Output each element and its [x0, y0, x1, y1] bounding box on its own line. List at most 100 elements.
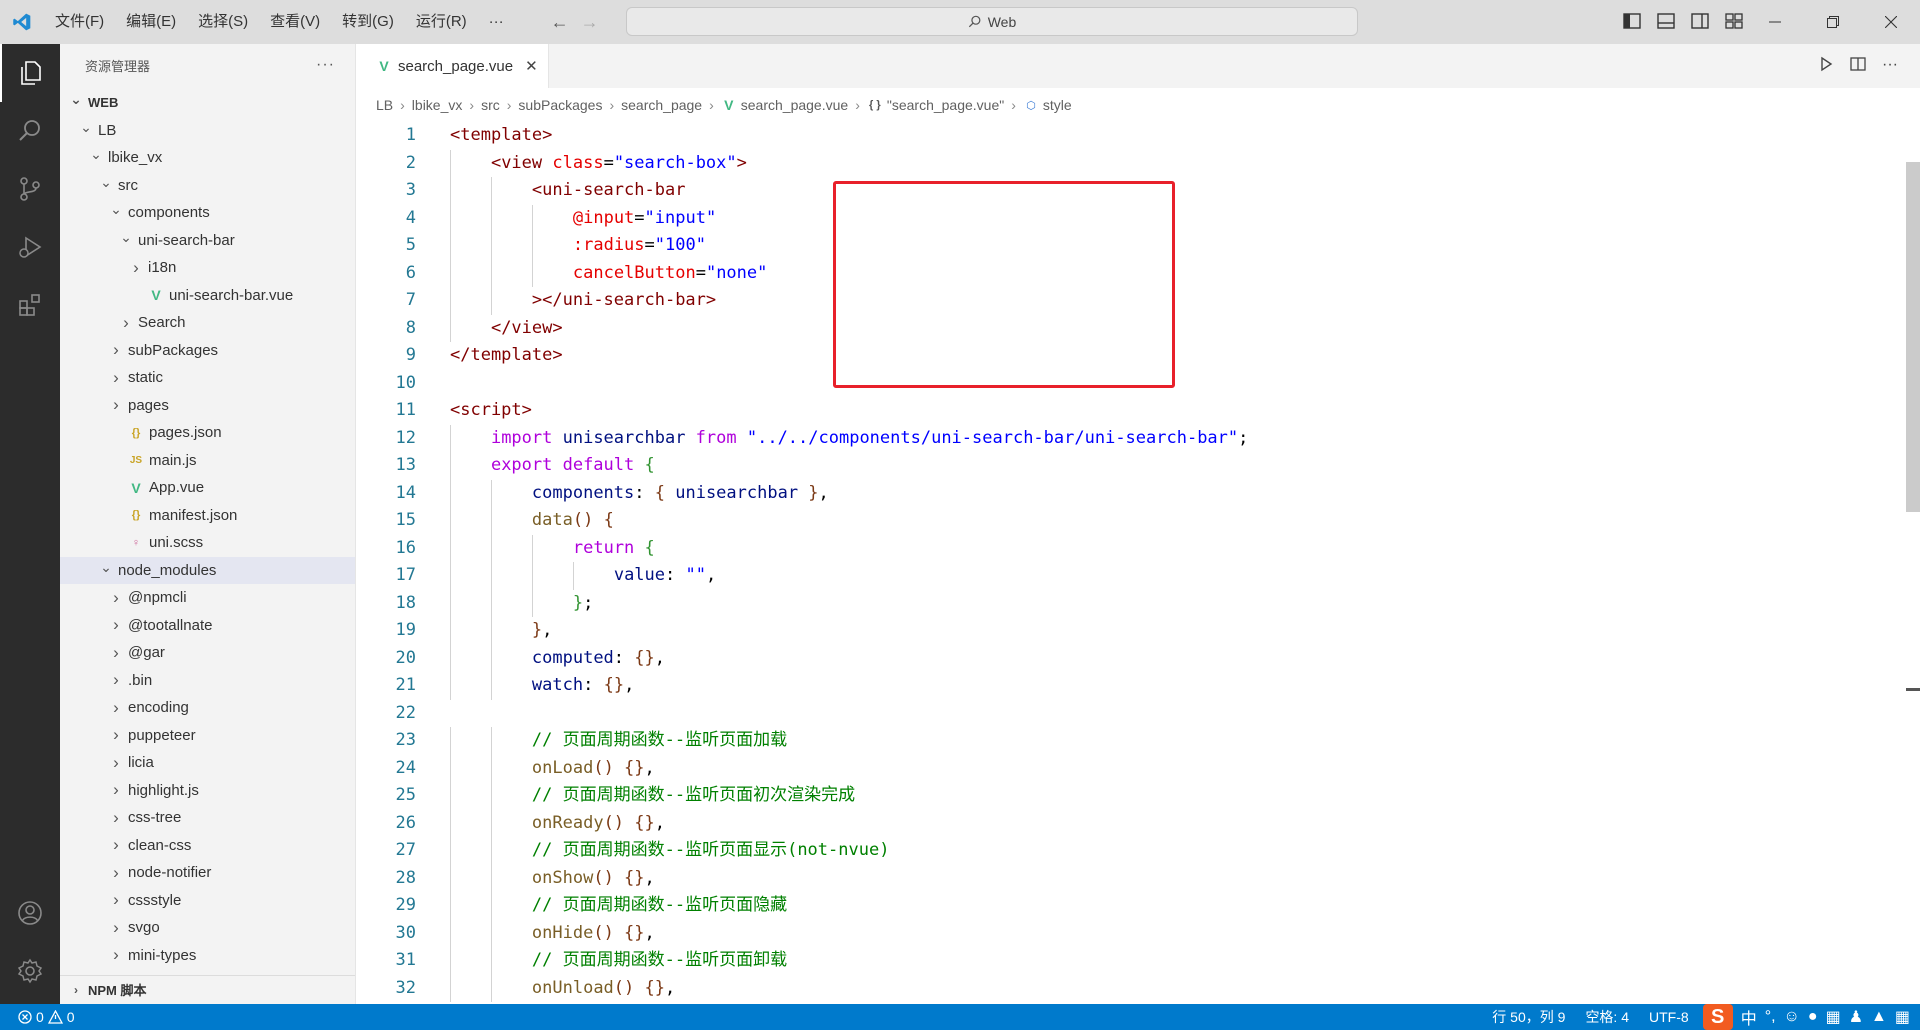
menu-item[interactable]: 选择(S) — [187, 0, 259, 44]
cursor-position[interactable]: 行 50，列 9 — [1482, 1007, 1575, 1027]
accounts-icon[interactable] — [0, 884, 60, 942]
tree-item[interactable]: {} manifest.json — [60, 502, 355, 530]
tree-item-label: pages — [128, 396, 169, 414]
tree-item[interactable]: › clean-css — [60, 832, 355, 860]
tree-item[interactable]: › @tootallnate — [60, 612, 355, 640]
toggle-secondary-sidebar-icon[interactable] — [1686, 7, 1714, 35]
tree-item[interactable]: › static — [60, 364, 355, 392]
file-encoding[interactable]: UTF-8 — [1639, 1009, 1699, 1025]
explorer-title: 资源管理器 — [85, 58, 151, 74]
explorer-icon[interactable] — [0, 44, 60, 102]
punctuation-icon[interactable]: °, — [1765, 1008, 1776, 1026]
customize-layout-icon[interactable] — [1720, 7, 1748, 35]
source-control-icon[interactable] — [0, 160, 60, 218]
skin-icon[interactable]: ▲ — [1871, 1008, 1887, 1026]
tree-item[interactable]: ⌄ uni-search-bar — [60, 227, 355, 255]
code-token: value — [613, 565, 666, 585]
tree-item[interactable]: › pages — [60, 392, 355, 420]
tree-item[interactable]: › licia — [60, 749, 355, 777]
breadcrumb-item[interactable]: lbike_vx — [412, 97, 463, 113]
breadcrumb-item[interactable]: LB — [376, 97, 393, 113]
ime-mode[interactable]: 中 — [1741, 1005, 1757, 1029]
tree-item[interactable]: › @npmcli — [60, 584, 355, 612]
emoji-icon[interactable]: ☺ — [1784, 1008, 1800, 1026]
more-actions-icon[interactable]: ··· — [1882, 56, 1898, 76]
restore-icon[interactable] — [1804, 0, 1862, 44]
tree-item[interactable]: › i18n — [60, 254, 355, 282]
code-view[interactable]: 1 <template> 2 <view class="search-box"> 3 <u… — [356, 122, 1896, 1002]
split-editor-icon[interactable] — [1850, 56, 1866, 76]
npm-scripts-section[interactable]: › NPM 脚本 — [60, 975, 355, 1003]
line-number: 14 — [395, 482, 416, 503]
vertical-scrollbar[interactable] — [1906, 162, 1920, 512]
tree-item[interactable]: ⌄ LB — [60, 117, 355, 145]
close-icon[interactable]: ✕ — [525, 57, 538, 75]
breadcrumb-item[interactable]: Vsearch_page.vue — [721, 97, 848, 113]
tree-item[interactable]: › Search — [60, 309, 355, 337]
sogou-ime-logo[interactable]: S — [1702, 1004, 1733, 1030]
indentation[interactable]: 空格: 4 — [1575, 1007, 1639, 1027]
tree-item[interactable]: ⌄ node_modules — [60, 556, 355, 584]
menu-item[interactable]: 查看(V) — [259, 0, 331, 44]
tree-item[interactable]: › subPackages — [60, 337, 355, 365]
toolbox-icon[interactable]: ▦ — [1895, 1007, 1910, 1027]
menu-item[interactable]: 编辑(E) — [115, 0, 187, 44]
indent-guide — [490, 809, 492, 837]
toggle-primary-sidebar-icon[interactable] — [1618, 7, 1646, 35]
user-icon[interactable]: ♟ — [1849, 1007, 1863, 1027]
toggle-panel-icon[interactable] — [1652, 7, 1680, 35]
tree-item[interactable]: Vuni-search-bar.vue — [60, 282, 355, 310]
menu-item[interactable]: ··· — [478, 0, 515, 44]
back-arrow-icon[interactable]: ← — [545, 7, 575, 37]
command-center-text: Web — [987, 13, 1017, 30]
run-icon[interactable] — [1818, 56, 1834, 76]
search-icon[interactable] — [0, 102, 60, 160]
code-token: = — [644, 235, 655, 255]
tree-item[interactable]: JS main.js — [60, 447, 355, 475]
indent-guide — [450, 754, 451, 782]
tree-item[interactable]: ⌄ lbike_vx — [60, 144, 355, 172]
forward-arrow-icon[interactable]: → — [575, 7, 605, 37]
tree-item[interactable]: V App.vue — [60, 474, 355, 502]
tree-item[interactable]: ⌄ src — [60, 172, 355, 200]
menu-item[interactable]: 转到(G) — [331, 0, 405, 44]
close-window-icon[interactable] — [1862, 0, 1920, 44]
code-line: 4 @input="input" — [356, 204, 1896, 233]
tree-item[interactable]: › svgo — [60, 914, 355, 942]
more-actions-icon[interactable]: ··· — [316, 56, 335, 74]
run-and-debug-icon[interactable] — [0, 218, 60, 276]
menu-item[interactable]: 运行(R) — [405, 0, 478, 44]
line-content: @input="input" — [573, 205, 716, 233]
file-tree: ⌄ WEB ⌄ LB ⌄ lbike_vx ⌄ src ⌄ components ⌄ uni-sear… — [60, 89, 355, 969]
breadcrumb-item[interactable]: { } "search_page.vue" — [867, 97, 1004, 113]
tree-item[interactable]: › encoding — [60, 694, 355, 722]
tree-item[interactable]: › cssstyle — [60, 887, 355, 915]
tree-item[interactable]: › .bin — [60, 667, 355, 695]
breadcrumb-item[interactable]: search_page — [621, 97, 702, 113]
menu-item[interactable]: 文件(F) — [44, 0, 115, 44]
keyboard-icon[interactable]: ▦ — [1826, 1007, 1841, 1027]
microphone-icon[interactable]: ● — [1808, 1008, 1818, 1026]
line-content: <template> — [450, 122, 552, 150]
tab-search-page-vue[interactable]: V search_page.vue ✕ — [356, 44, 549, 88]
tree-item[interactable]: › css-tree — [60, 804, 355, 832]
settings-gear-icon[interactable] — [0, 942, 60, 1000]
problems-indicator[interactable]: 0 0 — [0, 1009, 75, 1025]
workspace-folder[interactable]: ⌄ WEB — [60, 89, 355, 117]
command-center-search[interactable]: Web — [626, 7, 1358, 36]
code-token: "" — [685, 565, 706, 585]
tree-item[interactable]: › @gar — [60, 639, 355, 667]
minimize-icon[interactable] — [1746, 0, 1804, 44]
tree-item[interactable]: › mini-types — [60, 942, 355, 970]
tree-item[interactable]: › highlight.js — [60, 777, 355, 805]
breadcrumb-item[interactable]: src — [481, 97, 500, 113]
tree-item[interactable]: {} pages.json — [60, 419, 355, 447]
breadcrumb-item[interactable]: ⬡ style — [1023, 97, 1072, 113]
extensions-icon[interactable] — [0, 276, 60, 334]
tree-item[interactable]: ⌄ components — [60, 199, 355, 227]
breadcrumb-item[interactable]: subPackages — [518, 97, 602, 113]
tree-item[interactable]: › node-notifier — [60, 859, 355, 887]
code-token: // 页面周期函数--监听页面显示(not-nvue) — [531, 840, 890, 860]
tree-item[interactable]: ♀ uni.scss — [60, 529, 355, 557]
tree-item[interactable]: › puppeteer — [60, 722, 355, 750]
